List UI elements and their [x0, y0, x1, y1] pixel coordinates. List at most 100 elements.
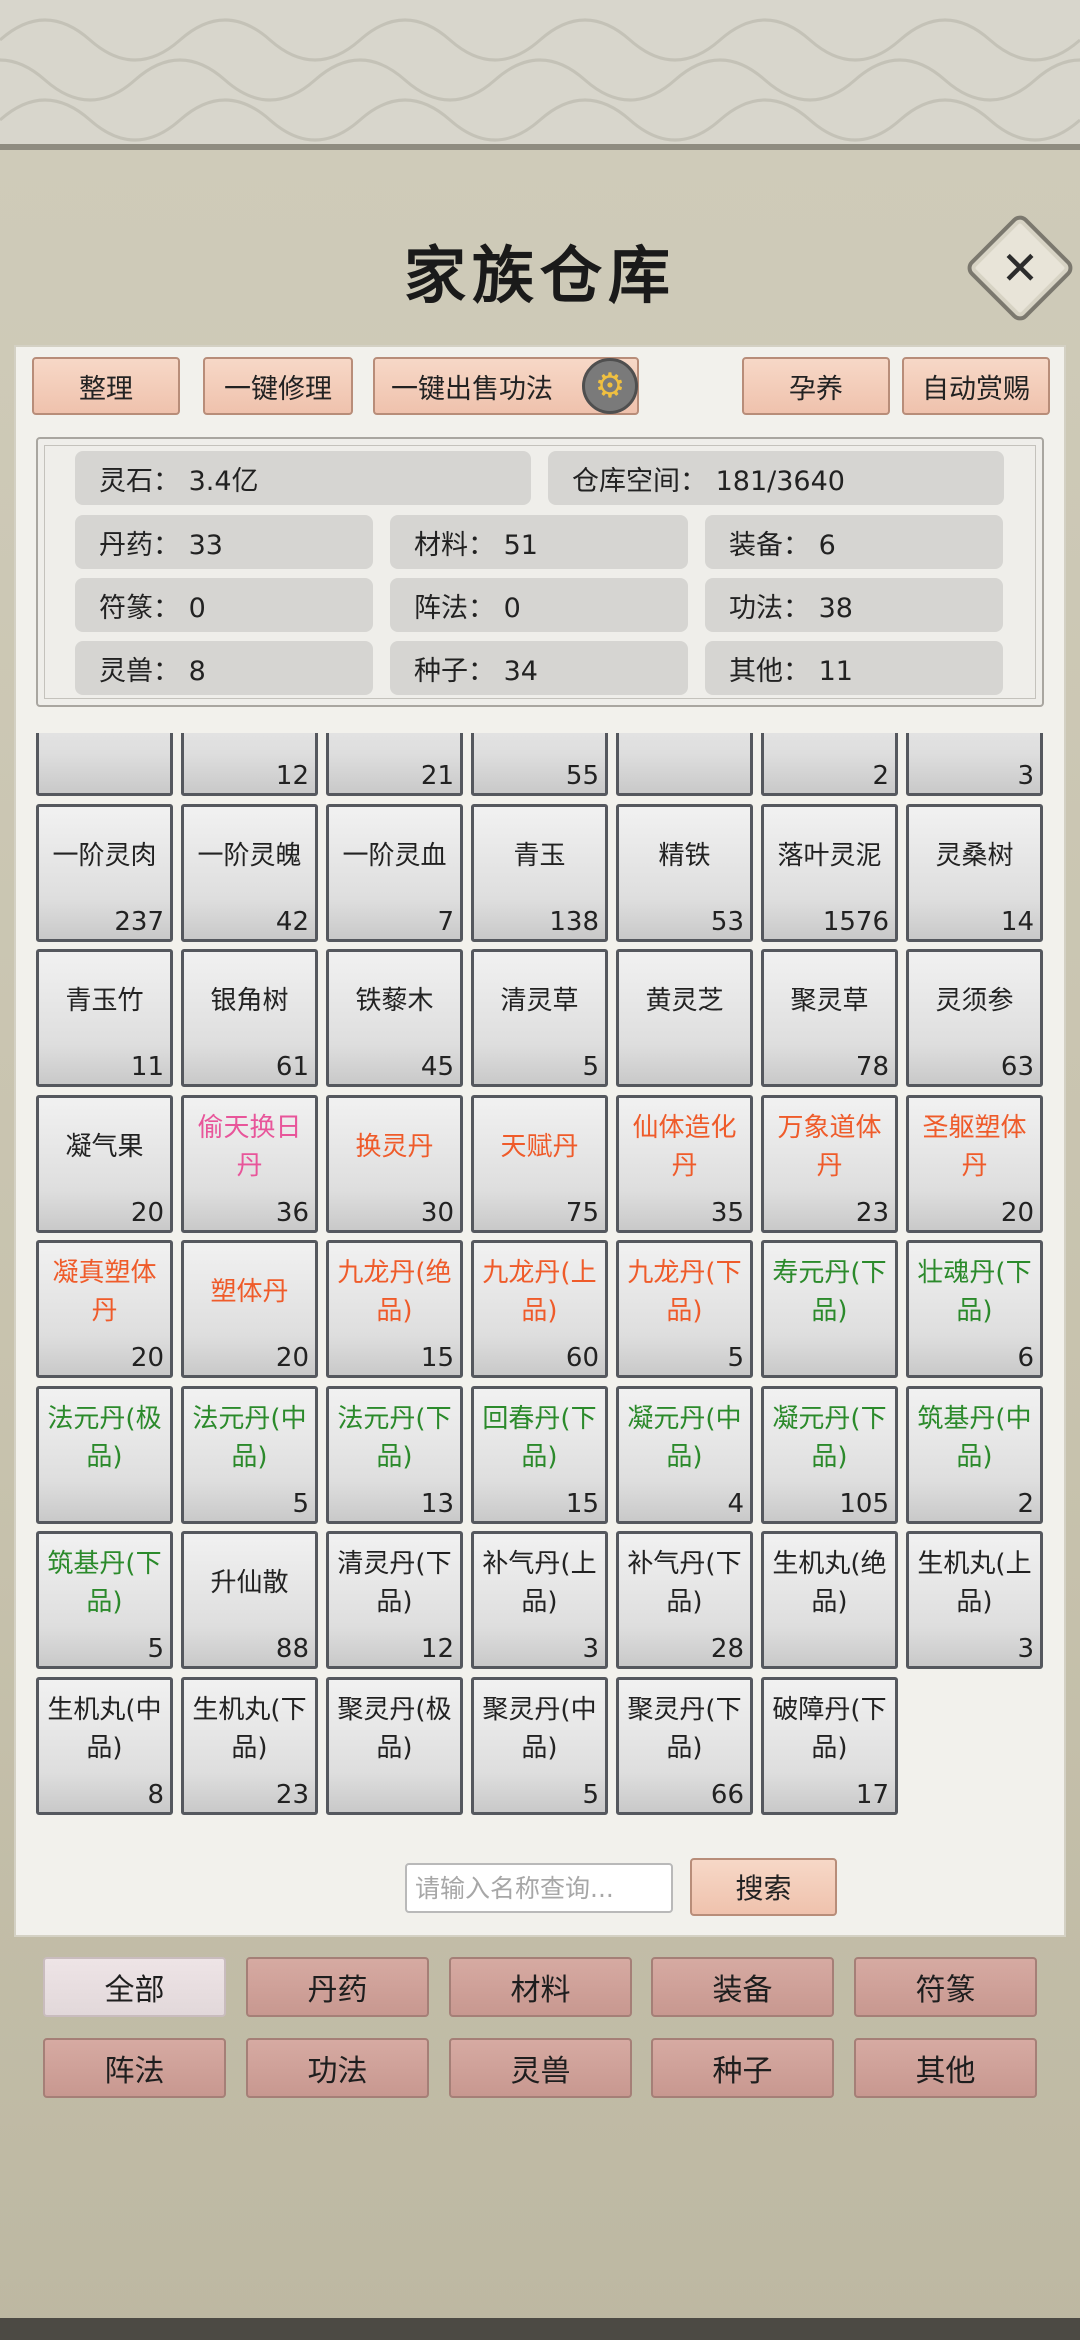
item-count: 66 — [710, 1779, 744, 1810]
stat-talismans: 符篆： 0 — [75, 578, 373, 632]
item-slot[interactable]: 铁木砂3 — [906, 733, 1043, 796]
item-name: 清灵丹(下品) — [337, 1549, 452, 1617]
tab-beasts[interactable]: 灵兽 — [449, 2038, 632, 2098]
item-slot[interactable]: 换灵丹 30 — [326, 1094, 463, 1233]
item-slot[interactable]: 仙体造化丹 35 — [616, 1094, 753, 1233]
item-slot[interactable]: 铁藜木 45 — [326, 949, 463, 1087]
item-slot[interactable]: 凝气果 20 — [36, 1094, 173, 1233]
item-slot[interactable]: 法元丹(极品) — [36, 1385, 173, 1524]
item-slot[interactable]: 壮魂丹(下品) 6 — [906, 1240, 1043, 1378]
item-slot[interactable]: 龙筋草 — [616, 733, 753, 796]
item-name: 法元丹(中品) — [192, 1403, 307, 1472]
item-slot[interactable]: 灵桑树 14 — [906, 803, 1043, 942]
item-name: 玄月参 — [768, 733, 891, 759]
item-slot[interactable]: 银角树 61 — [181, 949, 318, 1087]
item-slot[interactable]: 法元丹(中品) 5 — [181, 1385, 318, 1524]
nurture-button[interactable]: 孕养 — [742, 357, 890, 415]
item-slot[interactable]: 回春草21 — [326, 733, 463, 796]
item-slot[interactable]: 回春丹(下品) 15 — [471, 1385, 608, 1524]
item-slot[interactable]: 聚灵丹(极品) — [326, 1676, 463, 1815]
item-name: 落叶灵泥 — [777, 840, 882, 871]
tab-pills[interactable]: 丹药 — [246, 1957, 429, 2017]
stat-spirit-stone: 灵石： 3.4亿 — [75, 451, 531, 505]
item-count: 6 — [1017, 1343, 1034, 1373]
tab-materials[interactable]: 材料 — [449, 1957, 632, 2017]
item-name: 筑基丹(中品) — [917, 1403, 1032, 1472]
item-count: 63 — [1000, 1052, 1034, 1082]
item-slot[interactable]: 青玉 138 — [471, 803, 608, 942]
tab-skills[interactable]: 功法 — [246, 2038, 429, 2098]
item-slot[interactable]: 生机丸(下品) 23 — [181, 1676, 318, 1815]
item-slot[interactable]: 凝元丹(中品) 4 — [616, 1385, 753, 1524]
item-slot[interactable]: 凝露草55 — [471, 733, 608, 796]
item-slot[interactable]: 凝元丹(下品) 105 — [761, 1385, 898, 1524]
item-count: 12 — [420, 1634, 454, 1664]
item-slot[interactable]: 偷天换日丹 36 — [181, 1094, 318, 1233]
sort-button[interactable]: 整理 — [32, 357, 180, 415]
item-count: 237 — [114, 906, 164, 937]
item-slot[interactable]: 九龙丹(下品) 5 — [616, 1240, 753, 1378]
item-slot[interactable]: 天赋丹 75 — [471, 1094, 608, 1233]
item-slot[interactable]: 生机丸(中品) 8 — [36, 1676, 173, 1815]
tab-others[interactable]: 其他 — [854, 2038, 1037, 2098]
item-slot[interactable]: 补气丹(下品) 28 — [616, 1531, 753, 1669]
item-count: 17 — [855, 1779, 889, 1810]
search-button[interactable]: 搜索 — [690, 1858, 837, 1916]
item-slot[interactable]: 一阶灵魄 42 — [181, 803, 318, 942]
item-slot[interactable]: 灵须参 63 — [906, 949, 1043, 1087]
item-slot[interactable]: 破障丹(下品) 17 — [761, 1676, 898, 1815]
tab-formations[interactable]: 阵法 — [43, 2038, 226, 2098]
item-slot[interactable]: 黄灵芝 — [616, 949, 753, 1087]
item-slot[interactable]: 升仙散 88 — [181, 1531, 318, 1669]
stat-equipment: 装备： 6 — [705, 515, 1003, 569]
item-slot[interactable]: 清灵丹(下品) 12 — [326, 1531, 463, 1669]
item-slot[interactable]: 塑体丹 20 — [181, 1240, 318, 1378]
item-slot[interactable]: 落叶灵泥 1576 — [761, 803, 898, 942]
item-name: 万象道体丹 — [777, 1112, 882, 1181]
item-count: 2 — [872, 761, 889, 791]
tab-all[interactable]: 全部 — [43, 1957, 226, 2017]
item-slot[interactable]: 筑基丹(中品) 2 — [906, 1385, 1043, 1524]
item-count: 5 — [582, 1052, 599, 1082]
item-slot[interactable]: 青玉竹 11 — [36, 949, 173, 1087]
item-slot[interactable]: 万象道体丹 23 — [761, 1094, 898, 1233]
item-slot[interactable]: 生机丸(上品) 3 — [906, 1531, 1043, 1669]
item-count: 30 — [420, 1197, 454, 1228]
search-input[interactable] — [405, 1863, 673, 1913]
item-slot[interactable]: 生机丸(绝品) — [761, 1531, 898, 1669]
sell-skills-label: 一键出售功法 — [391, 373, 553, 405]
item-slot[interactable]: 九龙丹(上品) 60 — [471, 1240, 608, 1378]
item-slot[interactable]: 聚灵丹(中品) 5 — [471, 1676, 608, 1815]
item-slot[interactable]: 精铁 53 — [616, 803, 753, 942]
tab-talismans[interactable]: 符篆 — [854, 1957, 1037, 2017]
item-slot[interactable]: 法元丹(下品) 13 — [326, 1385, 463, 1524]
tab-equipment[interactable]: 装备 — [651, 1957, 834, 2017]
item-slot[interactable]: 寿元丹(下品) — [761, 1240, 898, 1378]
item-slot[interactable]: 玄月参2 — [761, 733, 898, 796]
tab-seeds[interactable]: 种子 — [651, 2038, 834, 2098]
item-count: 15 — [565, 1488, 599, 1519]
item-count: 42 — [275, 906, 309, 937]
item-slot[interactable]: 一阶灵血 7 — [326, 803, 463, 942]
repair-all-button[interactable]: 一键修理 — [203, 357, 353, 415]
item-slot[interactable]: 补气丹(上品) 3 — [471, 1531, 608, 1669]
item-name: 聚灵丹(中品) — [482, 1694, 597, 1763]
stat-storage-space: 仓库空间： 181/3640 — [548, 451, 1004, 505]
item-slot[interactable]: 九龙丹(绝品) 15 — [326, 1240, 463, 1378]
item-slot[interactable]: 聚灵丹(下品) 66 — [616, 1676, 753, 1815]
item-slot[interactable]: 筑基丹(下品) 5 — [36, 1531, 173, 1669]
item-name: 补气丹(下品) — [627, 1549, 742, 1617]
item-slot[interactable]: 聚灵草 78 — [761, 949, 898, 1087]
item-slot[interactable]: 清灵草 5 — [471, 949, 608, 1087]
item-grid[interactable]: 七星草雪灵芝12回春草21凝露草55龙筋草玄月参2铁木砂3一阶灵肉237一阶灵魄… — [36, 733, 1044, 1838]
item-count: 75 — [565, 1197, 599, 1228]
item-slot[interactable]: 雪灵芝12 — [181, 733, 318, 796]
item-slot[interactable]: 凝真塑体丹 20 — [36, 1240, 173, 1378]
item-slot[interactable]: 圣躯塑体丹 20 — [906, 1094, 1043, 1233]
gear-icon[interactable]: ⚙ — [582, 358, 638, 414]
close-icon: ✕ — [1000, 241, 1040, 295]
auto-reward-button[interactable]: 自动赏赐 — [902, 357, 1050, 415]
item-slot[interactable]: 一阶灵肉 237 — [36, 803, 173, 942]
item-name: 凝露草 — [478, 733, 601, 759]
item-slot[interactable]: 七星草 — [36, 733, 173, 796]
